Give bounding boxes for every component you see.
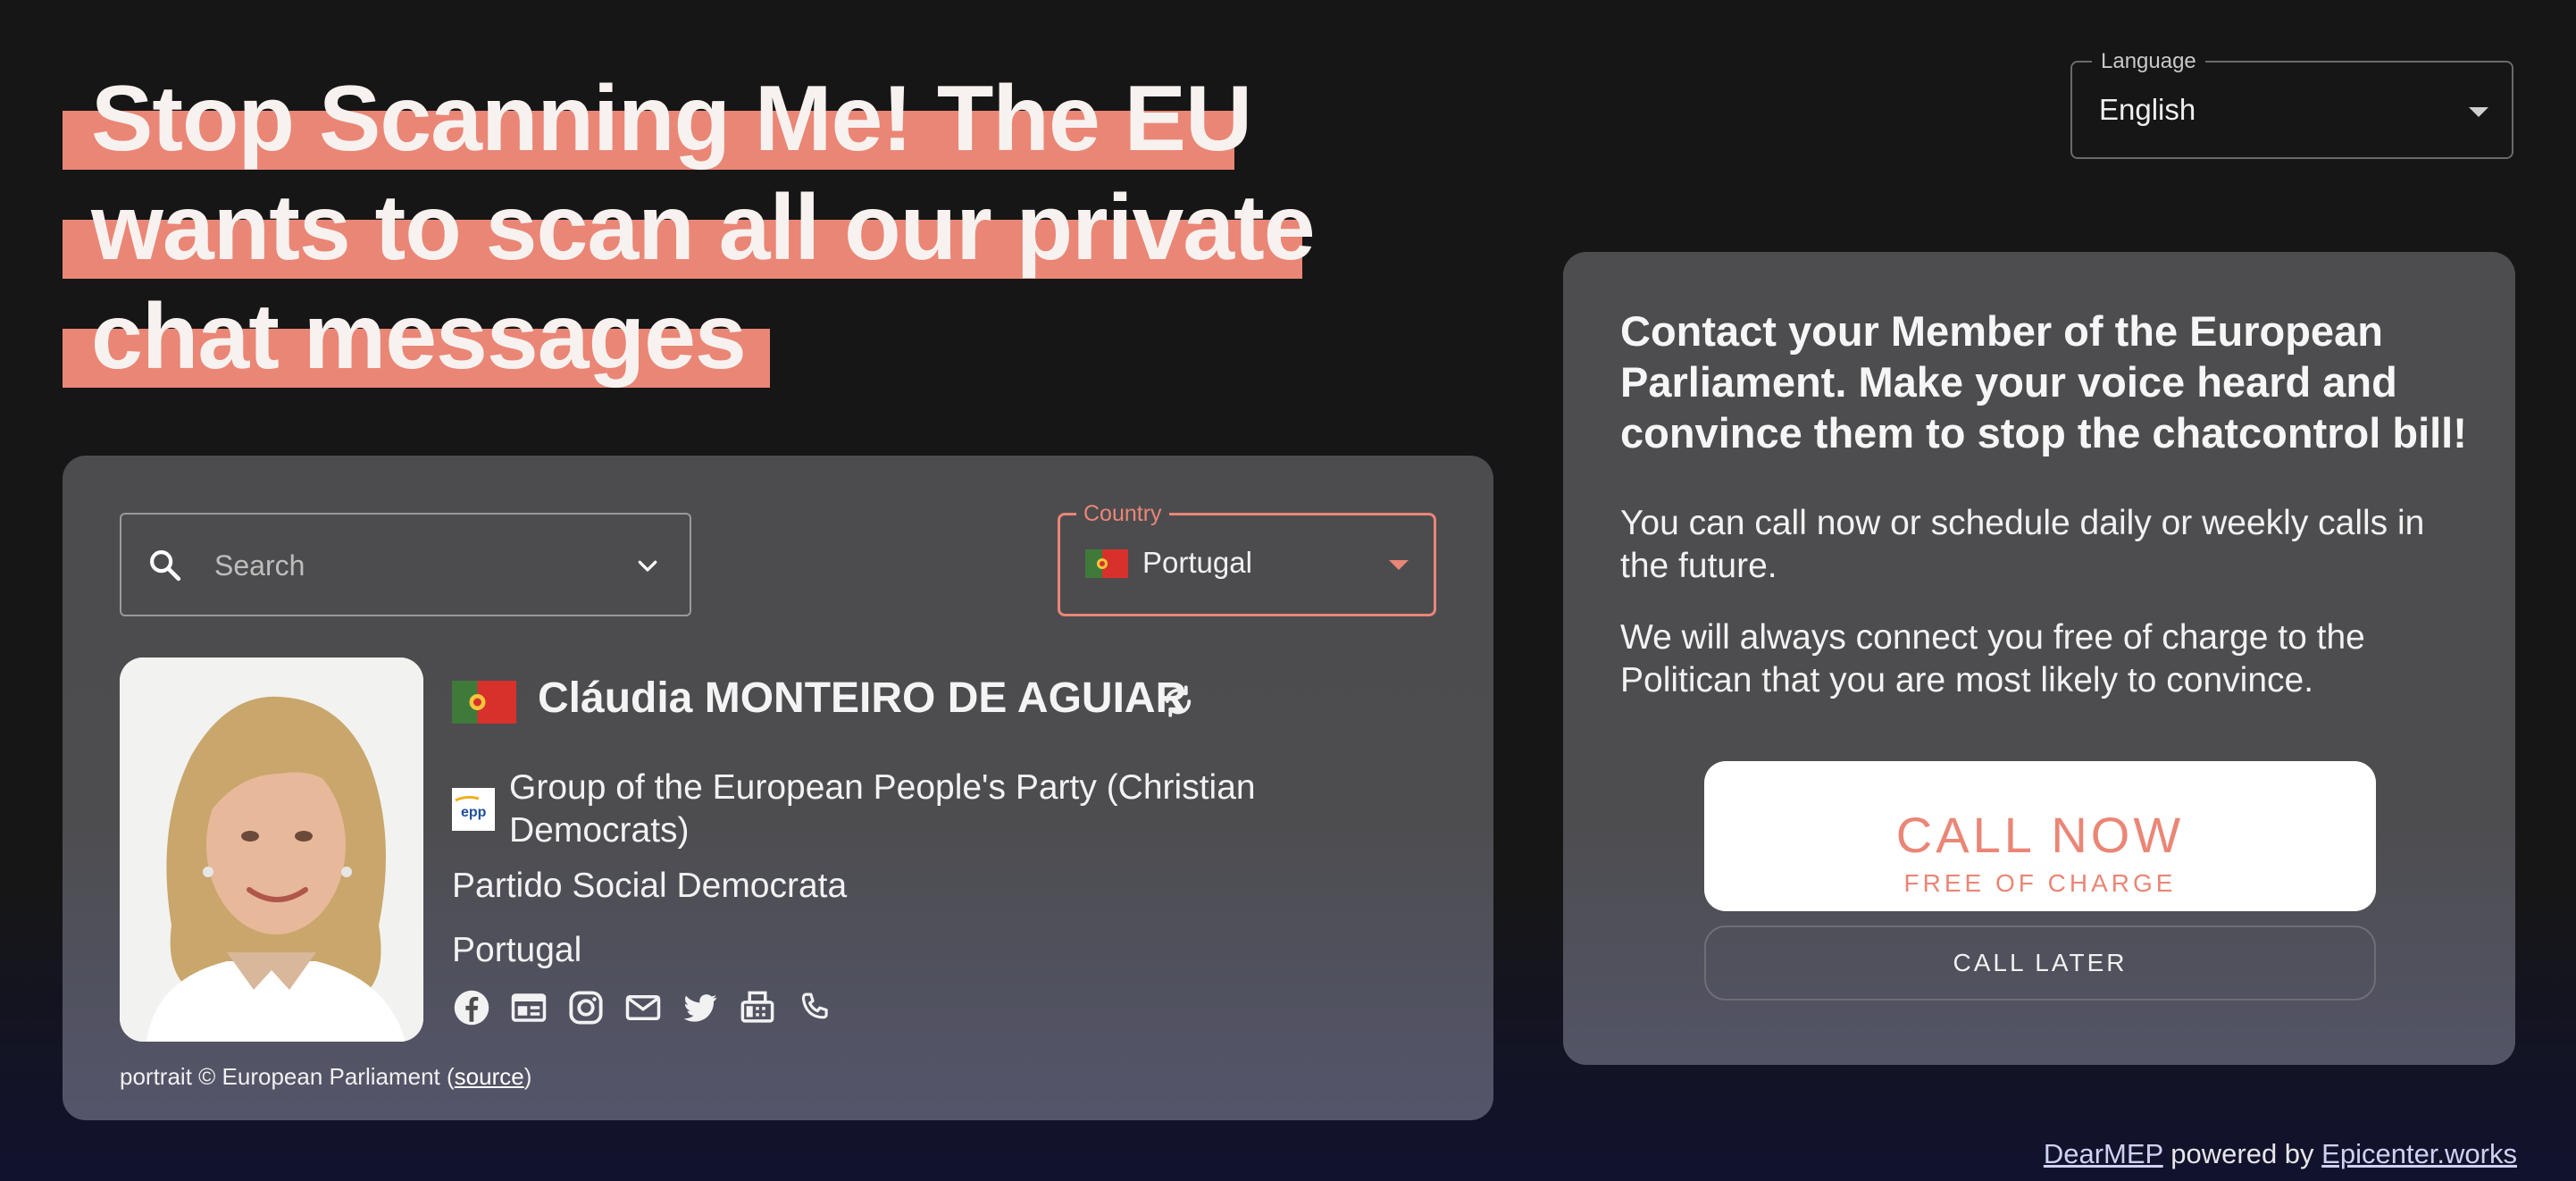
portugal-flag-icon [452,681,516,728]
call-now-sublabel: FREE OF CHARGE [1903,868,2177,897]
chevron-down-icon[interactable] [634,552,661,583]
search-icon [146,547,184,589]
title-line-text: Stop Scanning Me! The EU [91,67,1252,171]
instagram-icon[interactable] [566,988,606,1027]
mep-portrait [120,658,423,1042]
call-now-button[interactable]: CALL NOW FREE OF CHARGE [1704,761,2376,911]
language-select[interactable]: Language English [2070,49,2513,159]
portrait-credit: portrait © European Parliament (source) [120,1063,531,1091]
footer: DearMEP powered by Epicenter.works [2044,1138,2517,1170]
search-input[interactable] [213,541,609,590]
language-select-label: Language [2092,49,2205,74]
website-icon[interactable] [509,988,548,1027]
portugal-flag-icon [1085,549,1128,582]
call-later-button[interactable]: CALL LATER [1704,926,2376,1001]
mep-country: Portugal [452,931,582,969]
credit-close: ) [523,1063,532,1090]
dearmep-link[interactable]: DearMEP [2044,1138,2163,1169]
twitter-icon[interactable] [681,988,720,1027]
contact-links [452,988,834,1027]
country-select[interactable]: Country Portugal [1058,501,1436,616]
title-line-text: chat messages [91,285,747,389]
cta-description: We will always connect you free of charg… [1620,618,2365,699]
source-link[interactable]: source [455,1063,524,1090]
call-now-label: CALL NOW [1895,806,2185,863]
mep-group: Group of the European People's Party (Ch… [509,768,1256,850]
svg-text:epp: epp [461,805,487,820]
mep-party: Partido Social Democrata [452,867,848,905]
epicenter-link[interactable]: Epicenter.works [2321,1138,2517,1169]
cta-description: You can call now or schedule daily or we… [1620,504,2425,585]
facebook-icon[interactable] [452,988,491,1027]
country-select-label: Country [1076,501,1169,526]
footer-text: powered by [2162,1138,2322,1169]
credit-text: portrait © European Parliament ( [120,1063,455,1090]
email-icon[interactable] [623,988,663,1027]
epp-logo-icon: epp [452,788,495,831]
dropdown-caret-icon [2469,107,2488,117]
refresh-icon[interactable] [1159,683,1197,725]
phone-icon[interactable] [795,988,834,1027]
dropdown-caret-icon [1389,560,1409,570]
mep-name: Cláudia MONTEIRO DE AGUIAR [538,674,1187,722]
mep-card: Country Portugal Cláudia MONTEIRO DE AGU… [63,456,1493,1120]
search-field[interactable] [120,513,691,616]
cta-heading: Contact your Member of the European Parl… [1620,307,2467,456]
fax-icon[interactable] [738,988,777,1027]
title-line-text: wants to scan all our private [91,176,1316,280]
country-select-value: Portugal [1142,546,1252,579]
call-to-action-card: Contact your Member of the European Parl… [1563,252,2515,1065]
language-select-value: English [2099,93,2196,126]
